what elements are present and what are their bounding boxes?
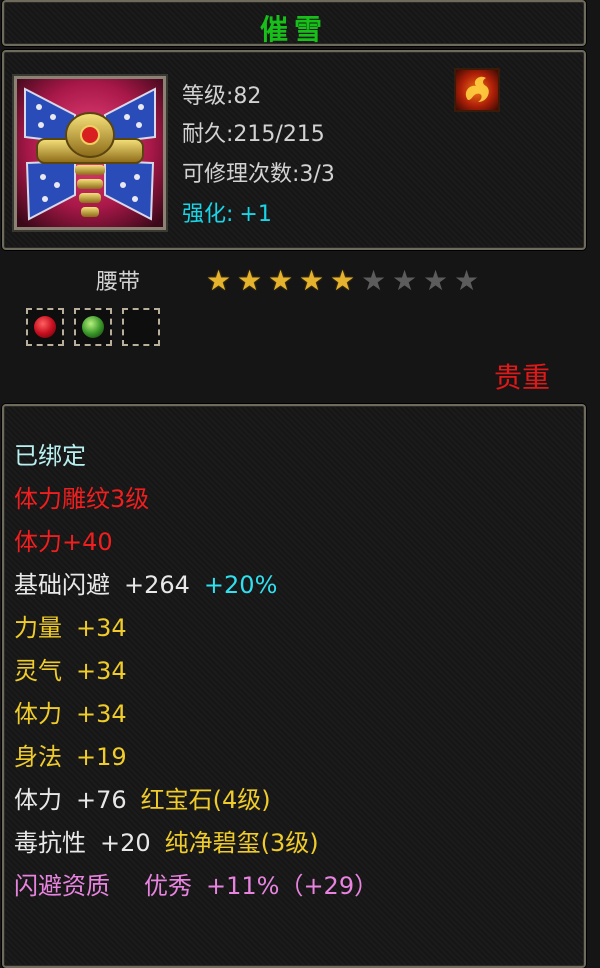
spirit-value: +34 xyxy=(76,657,127,685)
aptitude-label: 闪避资质 xyxy=(14,872,110,900)
dodge-label: 基础闪避 xyxy=(14,571,110,599)
strength-label: 力量 xyxy=(14,614,62,642)
star-empty-icon: ★ xyxy=(454,264,480,297)
agility-label: 身法 xyxy=(14,743,62,771)
gem-vitality-source: 红宝石(4级) xyxy=(140,786,271,814)
gem-socket-2[interactable] xyxy=(74,308,112,346)
strength-value: +34 xyxy=(76,614,127,642)
poison-resist-source: 纯净碧玺(3级) xyxy=(164,829,319,857)
dodge-aptitude-line: 闪避资质 优秀 +11%（+29） xyxy=(14,866,392,901)
poison-resist-value: +20 xyxy=(100,829,151,857)
star-filled-icon: ★ xyxy=(268,264,294,297)
dodge-percent: +20% xyxy=(203,571,278,599)
item-type: 腰带 xyxy=(96,270,141,295)
green-gem-icon xyxy=(82,316,104,338)
fire-element-icon xyxy=(454,68,500,112)
star-empty-icon: ★ xyxy=(361,264,387,297)
gem-vitality-label: 体力 xyxy=(14,786,62,814)
waist-belt-icon xyxy=(17,79,163,227)
poison-resist-line: 毒抗性 +20 纯净碧玺(3级) xyxy=(14,823,333,858)
dodge-value: +264 xyxy=(124,571,190,599)
carving-line: 体力雕纹3级 xyxy=(14,485,150,513)
carving-bonus-line: 体力+40 xyxy=(14,528,113,556)
star-filled-icon: ★ xyxy=(237,264,263,297)
item-enhance: 强化: +1 xyxy=(182,196,272,228)
strength-line: 力量 +34 xyxy=(14,608,141,643)
item-repair-count: 可修理次数:3/3 xyxy=(182,162,335,187)
vitality-label: 体力 xyxy=(14,700,62,728)
title-panel: 催雪 xyxy=(2,0,586,46)
bound-status: 已绑定 xyxy=(14,442,86,470)
star-empty-icon: ★ xyxy=(392,264,418,297)
item-level: 等级:82 xyxy=(182,84,262,109)
gem-socket-3-empty[interactable] xyxy=(122,308,160,346)
item-icon-frame[interactable] xyxy=(14,76,166,230)
star-empty-icon: ★ xyxy=(423,264,449,297)
red-gem-icon xyxy=(34,316,56,338)
star-filled-icon: ★ xyxy=(330,264,356,297)
agility-value: +19 xyxy=(76,743,127,771)
vitality-value: +34 xyxy=(76,700,127,728)
vitality-line: 体力 +34 xyxy=(14,694,141,729)
star-filled-icon: ★ xyxy=(206,264,232,297)
agility-line: 身法 +19 xyxy=(14,737,141,772)
gem-vitality-line: 体力 +76 红宝石(4级) xyxy=(14,780,285,815)
gem-socket-1[interactable] xyxy=(26,308,64,346)
aptitude-value: +11%（+29） xyxy=(206,872,379,900)
gem-vitality-value: +76 xyxy=(76,786,127,814)
item-durability: 耐久:215/215 xyxy=(182,122,325,147)
aptitude-grade: 优秀 xyxy=(144,872,192,900)
enhance-value: +1 xyxy=(239,202,272,227)
star-filled-icon: ★ xyxy=(299,264,325,297)
enhance-label: 强化: xyxy=(182,202,234,227)
item-name: 催雪 xyxy=(259,13,328,46)
spirit-label: 灵气 xyxy=(14,657,62,685)
dodge-line: 基础闪避 +264 +20% xyxy=(14,565,291,600)
spirit-line: 灵气 +34 xyxy=(14,651,141,686)
poison-resist-label: 毒抗性 xyxy=(14,829,86,857)
item-quality: 贵重 xyxy=(493,361,550,394)
